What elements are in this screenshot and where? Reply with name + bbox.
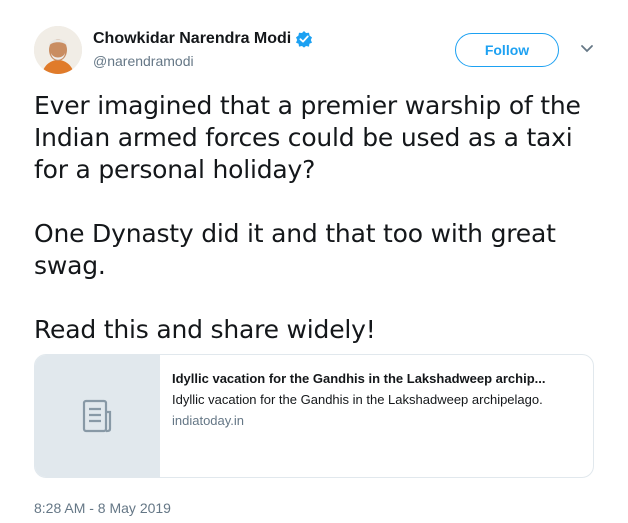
- author-name-row: Chowkidar Narendra Modi: [93, 30, 313, 48]
- document-icon: [82, 399, 112, 433]
- tweet-line: Read this and share widely!: [34, 315, 376, 344]
- tweet-line: for a personal holiday?: [34, 155, 316, 184]
- chevron-down-icon[interactable]: [578, 42, 596, 56]
- card-title[interactable]: Idyllic vacation for the Gandhis in the …: [172, 371, 581, 386]
- tweet-line: Ever imagined that a premier warship of …: [34, 91, 581, 120]
- card-body: Idyllic vacation for the Gandhis in the …: [160, 355, 593, 477]
- card-domain: indiatoday.in: [172, 413, 245, 428]
- user-handle[interactable]: @narendramodi: [93, 53, 194, 69]
- follow-button[interactable]: Follow: [455, 33, 559, 67]
- avatar[interactable]: [34, 26, 82, 74]
- tweet-timestamp[interactable]: 8:28 AM - 8 May 2019: [34, 500, 171, 516]
- card-description: Idyllic vacation for the Gandhis in the …: [172, 392, 543, 407]
- display-name[interactable]: Chowkidar Narendra Modi: [93, 30, 291, 48]
- card-thumbnail: [35, 355, 160, 477]
- tweet-line: swag.: [34, 251, 106, 280]
- avatar-image: [34, 26, 82, 74]
- tweet-line: One Dynasty did it and that too with gre…: [34, 219, 556, 248]
- tweet-text: Ever imagined that a premier warship of …: [34, 90, 594, 346]
- link-card[interactable]: Idyllic vacation for the Gandhis in the …: [34, 354, 594, 478]
- verified-badge-icon: [295, 30, 313, 48]
- tweet-line: Indian armed forces could be used as a t…: [34, 123, 573, 152]
